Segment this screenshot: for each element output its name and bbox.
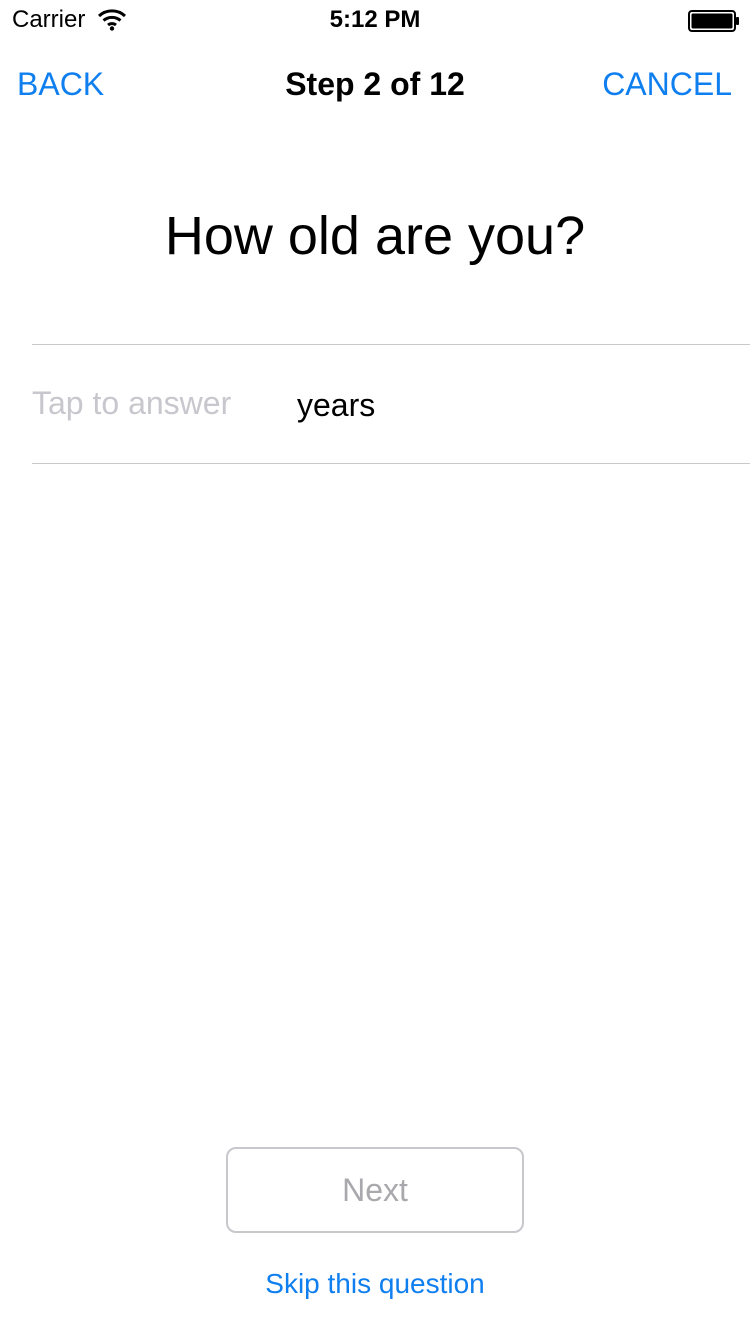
- status-time: 5:12 PM: [329, 6, 421, 33]
- status-bar: Carrier 5:12 PM: [0, 0, 750, 40]
- unit-label: years: [297, 387, 376, 423]
- age-input[interactable]: [32, 383, 282, 423]
- cancel-button[interactable]: CANCEL: [602, 66, 732, 102]
- skip-question-link[interactable]: Skip this question: [0, 1266, 750, 1302]
- answer-bottom-divider: [32, 463, 750, 464]
- navigation-bar: BACK Step 2 of 12 CANCEL: [0, 40, 750, 128]
- next-button[interactable]: Next: [226, 1147, 524, 1233]
- question-title: How old are you?: [164, 206, 586, 266]
- battery-icon: [688, 10, 739, 32]
- answer-row: years: [32, 345, 750, 463]
